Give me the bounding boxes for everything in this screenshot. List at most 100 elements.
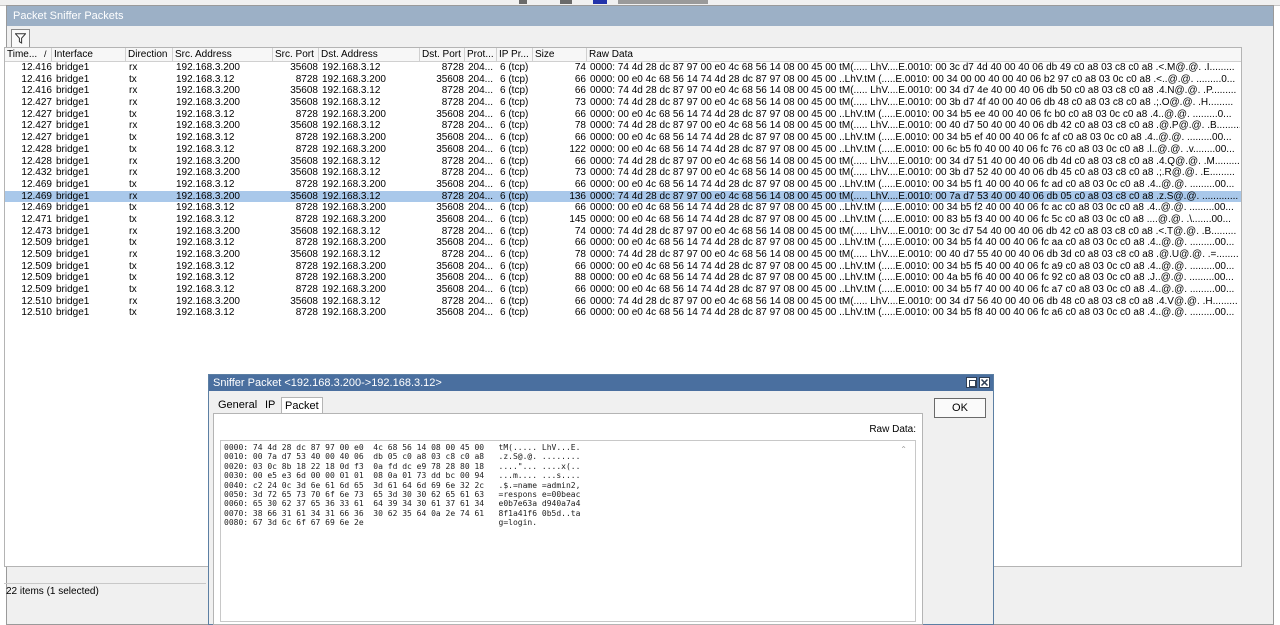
cell-direction: tx [129,178,137,190]
cell-raw-data: 0000: 74 4d 28 dc 87 97 00 e0 4c 68 56 1… [590,249,1239,260]
table-row[interactable]: 12.416 bridge1 tx 192.168.3.12 8728 192.168.3… [5,74,1241,86]
cell-protocol: 204... [468,155,494,167]
tab-general[interactable]: General [215,397,260,413]
cell-size: 74 [574,225,586,237]
funnel-icon [15,33,26,44]
col-ip-protocol[interactable]: IP Pr... [497,48,533,61]
cell-time: 12.469 [21,178,52,190]
table-row[interactable]: 12.427 bridge1 rx 192.168.3.200 35608 192.168… [5,97,1241,109]
close-button[interactable] [979,377,990,388]
cell-src-port: 35608 [290,249,318,260]
cell-dst-port: 35608 [436,213,464,225]
col-dst-port[interactable]: Dst. Port [420,48,465,61]
cell-ip-protocol: 6 (tcp) [500,272,529,284]
table-row[interactable]: 12.416 bridge1 rx 192.168.3.200 35608 192.168… [5,62,1241,74]
cell-protocol: 204... [468,249,494,260]
cell-time: 12.509 [21,249,52,260]
table-row[interactable]: 12.416 bridge1 rx 192.168.3.200 35608 192.168… [5,85,1241,97]
cell-src-port: 35608 [290,120,318,132]
cell-size: 66 [574,132,586,144]
cell-interface: bridge1 [56,120,90,132]
filter-button[interactable] [11,29,30,48]
cell-ip-protocol: 6 (tcp) [500,249,529,260]
raw-data-line: 0070: 38 66 31 61 34 31 66 36 30 62 35 6… [224,508,581,518]
table-row[interactable]: 12.473 bridge1 rx 192.168.3.200 35608 192.168… [5,226,1241,238]
cell-dst-address: 192.168.3.12 [322,155,381,167]
table-row[interactable]: 12.510 bridge1 tx 192.168.3.12 8728 192.168.3… [5,307,1241,319]
cell-raw-data: 0000: 00 e0 4c 68 56 14 74 4d 28 dc 87 9… [590,178,1235,190]
col-dst-address[interactable]: Dst. Address [319,48,420,61]
cell-ip-protocol: 6 (tcp) [500,73,529,85]
cell-dst-port: 35608 [436,237,464,249]
dialog-title-text: Sniffer Packet <192.168.3.200->192.168.3… [213,377,442,389]
table-row[interactable]: 12.428 bridge1 rx 192.168.3.200 35608 192.168… [5,156,1241,168]
cell-size: 88 [574,272,586,284]
cell-time: 12.427 [21,108,52,120]
cell-protocol: 204... [468,260,494,272]
cell-src-address: 192.168.3.200 [176,225,240,237]
cell-interface: bridge1 [56,167,90,179]
cell-direction: tx [129,143,137,155]
raw-data-box[interactable]: ⌃ 0000: 74 4d 28 dc 87 97 00 e0 4c 68 56… [220,440,916,622]
cell-direction: rx [129,167,138,179]
cell-src-address: 192.168.3.200 [176,295,240,307]
table-row[interactable]: 12.509 bridge1 rx 192.168.3.200 35608 192.168… [5,249,1241,261]
table-row[interactable]: 12.509 bridge1 tx 192.168.3.12 8728 192.168.3… [5,237,1241,249]
table-row[interactable]: 12.428 bridge1 tx 192.168.3.12 8728 192.168.3… [5,144,1241,156]
table-row[interactable]: 12.469 bridge1 tx 192.168.3.12 8728 192.168.3… [5,202,1241,214]
scroll-up-icon[interactable]: ⌃ [900,445,907,454]
col-src-address[interactable]: Src. Address [173,48,273,61]
cell-dst-address: 192.168.3.12 [322,190,381,202]
raw-data-label: Raw Data: [869,424,916,435]
cell-time: 12.416 [21,85,52,97]
col-raw-data[interactable]: Raw Data [587,48,1241,61]
table-row[interactable]: 12.471 bridge1 tx 192.168.3.12 8728 192.168.3… [5,214,1241,226]
cell-src-port: 8728 [295,284,318,296]
table-row[interactable]: 12.427 bridge1 tx 192.168.3.12 8728 192.168.3… [5,132,1241,144]
cell-src-address: 192.168.3.200 [176,167,240,179]
restore-button[interactable] [966,377,977,388]
tab-packet[interactable]: Packet [281,397,323,413]
table-row[interactable]: 12.427 bridge1 rx 192.168.3.200 35608 192.168… [5,120,1241,132]
table-row[interactable]: 12.427 bridge1 tx 192.168.3.12 8728 192.168.3… [5,109,1241,121]
cell-size: 66 [574,237,586,249]
col-src-port[interactable]: Src. Port [273,48,319,61]
col-interface[interactable]: Interface [52,48,126,61]
cell-protocol: 204... [468,190,494,202]
cell-direction: rx [129,97,138,109]
side-panel [1246,47,1268,567]
cell-dst-port: 8728 [441,295,464,307]
cell-dst-address: 192.168.3.200 [322,108,386,120]
cell-interface: bridge1 [56,155,90,167]
cell-src-address: 192.168.3.12 [176,143,235,155]
table-row[interactable]: 12.509 bridge1 tx 192.168.3.12 8728 192.168.3… [5,272,1241,284]
tab-ip[interactable]: IP [262,397,278,413]
table-row[interactable]: 12.469 bridge1 tx 192.168.3.12 8728 192.168.3… [5,179,1241,191]
ok-button[interactable]: OK [934,398,986,418]
cell-interface: bridge1 [56,202,90,214]
cell-raw-data: 0000: 00 e0 4c 68 56 14 74 4d 28 dc 87 9… [590,307,1235,319]
cell-direction: tx [129,213,137,225]
cell-ip-protocol: 6 (tcp) [500,190,529,202]
cell-size: 145 [569,213,586,225]
cell-dst-port: 35608 [436,202,464,214]
col-size[interactable]: Size [533,48,587,61]
col-direction[interactable]: Direction [126,48,173,61]
raw-data-line: 0020: 03 0c 8b 18 22 18 0d f3 0a fd dc e… [224,461,581,471]
cell-time: 12.510 [21,307,52,319]
cell-protocol: 204... [468,295,494,307]
cell-dst-address: 192.168.3.200 [322,178,386,190]
cell-interface: bridge1 [56,97,90,109]
cell-size: 66 [574,108,586,120]
cell-direction: tx [129,260,137,272]
col-protocol[interactable]: Prot... [465,48,497,61]
cell-dst-port: 35608 [436,284,464,296]
table-row[interactable]: 12.432 bridge1 rx 192.168.3.200 35608 192.168… [5,167,1241,179]
table-row[interactable]: 12.469 bridge1 rx 192.168.3.200 35608 192.168… [5,190,1241,203]
table-row[interactable]: 12.509 bridge1 tx 192.168.3.12 8728 192.168.3… [5,261,1241,273]
table-row[interactable]: 12.510 bridge1 rx 192.168.3.200 35608 192.168… [5,296,1241,308]
cell-raw-data: 0000: 00 e0 4c 68 56 14 74 4d 28 dc 87 9… [590,272,1234,284]
table-row[interactable]: 12.509 bridge1 tx 192.168.3.12 8728 192.168.3… [5,284,1241,296]
cell-src-port: 35608 [290,167,318,179]
dialog-title: Sniffer Packet <192.168.3.200->192.168.3… [209,375,993,391]
